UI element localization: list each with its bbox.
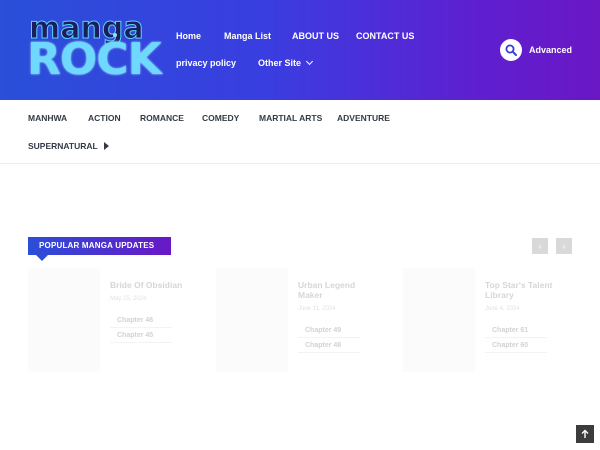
search-icon — [505, 44, 517, 56]
genre-nav: MANHWA ACTION ROMANCE COMEDY MARTIAL ART… — [0, 100, 600, 164]
manga-title[interactable]: Urban Legend Maker — [298, 280, 378, 300]
chapter-link[interactable]: Chapter 45 — [110, 330, 172, 343]
manga-date: May 25, 2024 — [110, 296, 147, 302]
carousel-prev-button[interactable]: ‹ — [532, 238, 548, 254]
nav-contact-us[interactable]: CONTACT US — [356, 31, 414, 41]
chapter-link[interactable]: Chapter 46 — [110, 315, 172, 328]
triangle-right-icon — [103, 142, 109, 150]
chapter-link[interactable]: Chapter 60 — [485, 340, 547, 353]
nav-other-site[interactable]: Other Site — [258, 57, 314, 68]
nav-other-site-label: Other Site — [258, 58, 302, 68]
nav-home[interactable]: Home — [176, 31, 201, 41]
genre-manhwa[interactable]: MANHWA — [28, 113, 67, 123]
site-header: manga ROCK Home Manga List ABOUT US CONT… — [0, 0, 600, 100]
advanced-search-link[interactable]: Advanced — [529, 45, 572, 55]
chapter-link[interactable]: Chapter 61 — [485, 325, 547, 338]
site-logo[interactable]: manga ROCK — [27, 13, 162, 82]
section-title-notch — [36, 255, 48, 261]
nav-manga-list[interactable]: Manga List — [224, 31, 271, 41]
manga-date: June 11, 2024 — [298, 306, 336, 312]
nav-about-us[interactable]: ABOUT US — [292, 31, 339, 41]
manga-title[interactable]: Top Star's Talent Library — [485, 280, 565, 300]
genre-martial-arts[interactable]: MARTIAL ARTS — [259, 113, 322, 123]
manga-cover[interactable] — [28, 268, 100, 372]
chapter-link[interactable]: Chapter 48 — [298, 340, 360, 353]
carousel-next-button[interactable]: › — [556, 238, 572, 254]
genre-supernatural[interactable]: SUPERNATURAL — [28, 141, 109, 151]
section-title: POPULAR MANGA UPDATES — [28, 237, 171, 255]
genre-comedy[interactable]: COMEDY — [202, 113, 239, 123]
manga-cover[interactable] — [216, 268, 288, 372]
search-button[interactable] — [500, 39, 522, 61]
manga-date: June 4, 2024 — [485, 306, 520, 312]
genre-action[interactable]: ACTION — [88, 113, 121, 123]
scroll-to-top-button[interactable] — [576, 425, 594, 443]
nav-privacy-policy[interactable]: privacy policy — [176, 58, 236, 68]
manga-cover[interactable] — [403, 268, 475, 372]
genre-supernatural-label: SUPERNATURAL — [28, 141, 98, 151]
genre-adventure[interactable]: ADVENTURE — [337, 113, 390, 123]
arrow-up-icon — [581, 429, 589, 438]
manga-title[interactable]: Bride Of Obsidian — [110, 280, 190, 290]
genre-romance[interactable]: ROMANCE — [140, 113, 184, 123]
chapter-link[interactable]: Chapter 49 — [298, 325, 360, 338]
logo-text-bottom: ROCK — [27, 34, 162, 85]
chevron-down-icon — [305, 57, 314, 66]
